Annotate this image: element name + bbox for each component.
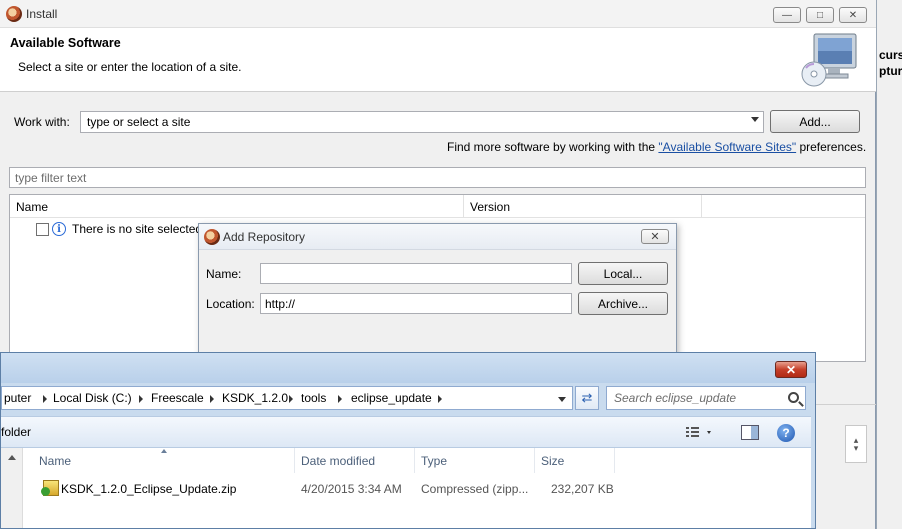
zip-file-icon [41, 480, 59, 496]
refresh-icon[interactable]: ⇄ [575, 386, 599, 410]
file-row[interactable]: KSDK_1.2.0_Eclipse_Update.zip 4/20/2015 … [23, 478, 811, 500]
title-bar: Install — □ ✕ [0, 0, 876, 28]
wizard-header: Available Software Select a site or ente… [0, 28, 876, 92]
work-with-label: Work with: [14, 115, 70, 129]
work-with-value: type or select a site [87, 115, 191, 129]
close-icon[interactable]: ✕ [641, 229, 669, 244]
location-field[interactable]: http:// [260, 293, 572, 314]
chevron-right-icon[interactable] [289, 395, 293, 403]
add-site-button[interactable]: Add... [770, 110, 860, 133]
find-more-prefix: Find more software by working with the [447, 140, 659, 154]
explorer-title-bar: ✕ [1, 353, 815, 383]
column-version[interactable]: Version [464, 195, 702, 218]
column-date-modified[interactable]: Date modified [295, 448, 415, 473]
archive-button[interactable]: Archive... [578, 292, 668, 315]
chevron-right-icon[interactable] [139, 395, 143, 403]
partial-text: curs [879, 48, 902, 62]
file-date: 4/20/2015 3:34 AM [301, 482, 402, 496]
column-name[interactable]: Name [10, 195, 464, 218]
file-list: Name Date modified Type Size KSDK_1.2.0_… [1, 448, 811, 528]
available-software-sites-link[interactable]: "Available Software Sites" [658, 140, 796, 154]
computer-cd-icon [801, 33, 857, 87]
background-window: curs ptur [876, 0, 902, 529]
chevron-right-icon[interactable] [43, 395, 47, 403]
breadcrumb-computer[interactable]: puter [4, 391, 31, 405]
breadcrumb-freescale[interactable]: Freescale [151, 391, 204, 405]
breadcrumb-ksdk[interactable]: KSDK_1.2.0 [222, 391, 288, 405]
chevron-right-icon[interactable] [210, 395, 214, 403]
add-repository-dialog: Add Repository ✕ Name: Local... Location… [198, 223, 677, 358]
minimize-button[interactable]: — [773, 7, 801, 23]
eclipse-app-icon [204, 229, 220, 245]
work-with-combo[interactable]: type or select a site [80, 111, 764, 133]
file-list-header: Name Date modified Type Size [23, 448, 811, 473]
maximize-button[interactable]: □ [806, 7, 834, 23]
search-input[interactable]: Search eclipse_update [606, 386, 806, 410]
file-name: KSDK_1.2.0_Eclipse_Update.zip [61, 482, 237, 496]
tree-header: Name Version [10, 195, 865, 218]
name-field[interactable] [260, 263, 572, 284]
tree-row-text: There is no site selected. [72, 222, 206, 236]
file-type: Compressed (zipp... [421, 482, 529, 496]
local-button[interactable]: Local... [578, 262, 668, 285]
address-bar[interactable]: puter Local Disk (C:) Freescale KSDK_1.2… [1, 386, 573, 410]
filter-input[interactable]: type filter text [9, 167, 866, 188]
scroll-arrows-icon[interactable]: ▴ ▾ [845, 425, 867, 463]
nav-pane-scrollbar[interactable] [1, 448, 23, 528]
chevron-right-icon[interactable] [438, 395, 442, 403]
page-title: Available Software [10, 36, 121, 50]
column-type[interactable]: Type [415, 448, 535, 473]
close-button[interactable]: ✕ [775, 361, 807, 378]
column-size[interactable]: Size [535, 448, 615, 473]
breadcrumb-local-disk[interactable]: Local Disk (C:) [53, 391, 132, 405]
page-description: Select a site or enter the location of a… [18, 60, 242, 74]
dialog-title: Add Repository [223, 230, 306, 244]
search-placeholder: Search eclipse_update [614, 391, 737, 405]
breadcrumb-eclipse-update[interactable]: eclipse_update [351, 391, 432, 405]
chevron-down-icon[interactable] [751, 117, 759, 122]
help-icon[interactable]: ? [777, 424, 795, 442]
new-folder-button[interactable]: folder [1, 425, 31, 439]
close-button[interactable]: ✕ [839, 7, 867, 23]
window-title: Install [26, 7, 58, 21]
eclipse-app-icon [6, 6, 22, 22]
dialog-title-bar: Add Repository ✕ [199, 224, 676, 250]
find-more-suffix: preferences. [796, 140, 867, 154]
explorer-toolbar: folder ? [1, 416, 811, 448]
info-icon: i [52, 222, 66, 236]
find-more-text: Find more software by working with the "… [447, 140, 866, 154]
search-icon[interactable] [788, 392, 799, 403]
breadcrumb-tools[interactable]: tools [301, 391, 326, 405]
partial-text: ptur [879, 64, 902, 78]
chevron-down-icon[interactable] [558, 397, 566, 402]
file-explorer-window: ✕ puter Local Disk (C:) Freescale KSDK_1… [0, 352, 816, 529]
sort-indicator-icon [161, 449, 167, 453]
name-label: Name: [206, 267, 242, 281]
row-checkbox[interactable] [36, 223, 49, 236]
view-options-icon[interactable] [685, 426, 713, 440]
preview-pane-icon[interactable] [741, 425, 759, 440]
scroll-up-icon[interactable] [8, 455, 16, 460]
chevron-right-icon[interactable] [338, 395, 342, 403]
location-label: Location: [206, 297, 255, 311]
file-size: 232,207 KB [551, 482, 614, 496]
